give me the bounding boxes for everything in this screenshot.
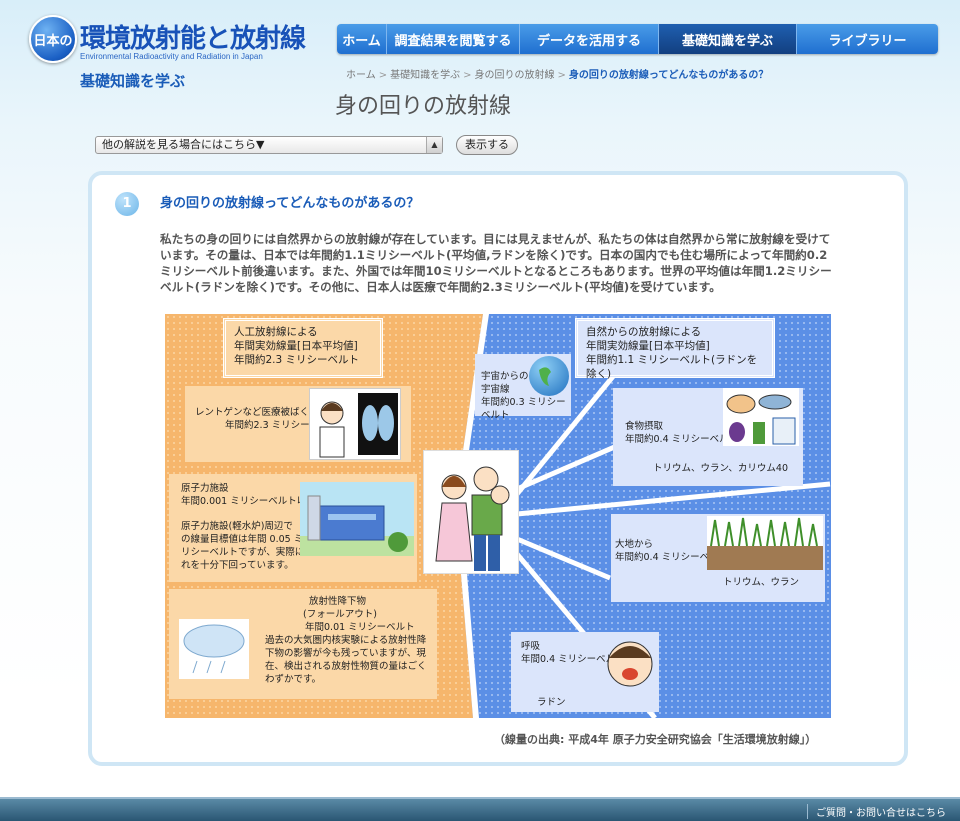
breathing-face-icon xyxy=(603,636,657,690)
earth-globe-icon xyxy=(529,356,569,396)
breadcrumb-basics[interactable]: 基礎知識を学ぶ xyxy=(390,70,460,81)
nav-data[interactable]: データを活用する xyxy=(520,24,659,54)
site-title[interactable]: 環境放射能と放射線 xyxy=(80,18,306,55)
xray-doctor-icon xyxy=(309,388,401,460)
fallout-line: 放射性降下物 xyxy=(309,596,367,607)
fallout-line: 年間0.01 ミリシーベルト xyxy=(305,622,415,633)
artificial-title-box: 人工放射線による 年間実効線量[日本平均値] 年間約2.3 ミリシーベルト xyxy=(223,318,383,378)
food-note: トリウム、ウラン、カリウム40 xyxy=(653,463,789,474)
page-title: 身の回りの放射線 xyxy=(335,94,512,119)
site-subtitle: Environmental Radioactivity and Radiatio… xyxy=(80,52,263,61)
fallout-line: 下物の影響が今も残っていますが、現 xyxy=(265,648,426,659)
fallout-line: 在、検出される放射性物質の量はごく xyxy=(265,661,427,672)
section-label: 基礎知識を学ぶ xyxy=(80,72,186,90)
contact-link[interactable]: ご質問・お問い合せはこちら xyxy=(807,804,946,819)
food-icon xyxy=(723,388,799,446)
nav-basics[interactable]: 基礎知識を学ぶ xyxy=(659,24,797,54)
article-body: 私たちの身の回りには自然界からの放射線が存在しています。目には見えませんが、私た… xyxy=(160,232,832,294)
natural-title-line: 自然からの放射線による xyxy=(586,326,702,338)
cosmic-line: 年間約0.3 ミリシーベルト xyxy=(481,397,566,421)
select-arrows-icon[interactable]: ▲ xyxy=(426,137,442,153)
breadcrumb-separator-icon: > xyxy=(557,70,566,81)
fallout-line: わずかです。 xyxy=(265,674,322,685)
nav-library[interactable]: ライブラリー xyxy=(797,24,938,54)
nuclear-line: れを十分下回っています。 xyxy=(181,560,294,571)
show-button[interactable]: 表示する xyxy=(456,135,518,155)
article-title: 身の回りの放射線ってどんなものがあるの？ xyxy=(160,196,420,211)
main-nav: ホーム 調査結果を閲覧する データを活用する 基礎知識を学ぶ ライブラリー xyxy=(337,24,938,54)
rain-cloud-icon xyxy=(179,619,249,679)
source-note: （線量の出典: 平成4年 原子力安全研究協会「生活環境放射線」） xyxy=(494,733,817,746)
nuclear-plant-icon xyxy=(300,482,414,556)
nav-home[interactable]: ホーム xyxy=(337,24,387,54)
breadcrumb-home[interactable]: ホーム xyxy=(346,70,376,81)
fallout-line: (フォールアウト) xyxy=(303,609,377,620)
artificial-title-line: 年間実効線量[日本平均値] xyxy=(234,340,358,352)
ground-grass-icon xyxy=(707,516,823,570)
breadcrumb-radiation[interactable]: 身の回りの放射線 xyxy=(474,70,554,81)
breadcrumb: ホーム > 基礎知識を学ぶ > 身の回りの放射線 > 身の回りの放射線ってどんなものがあるの… xyxy=(346,66,768,81)
topic-select[interactable]: 他の解説を見る場合にはこちら▼ ▲ xyxy=(95,136,443,154)
breadcrumb-separator-icon: > xyxy=(463,70,472,81)
natural-title-line: 年間約1.1 ミリシーベルト(ラドンを除く) xyxy=(586,354,758,380)
natural-title-line: 年間実効線量[日本平均値] xyxy=(586,340,710,352)
topic-select-value: 他の解説を見る場合にはこちら▼ xyxy=(102,138,265,151)
breadcrumb-separator-icon: > xyxy=(378,70,388,81)
logo-mark[interactable]: 日本の xyxy=(29,15,77,63)
nav-results[interactable]: 調査結果を閲覧する xyxy=(387,24,520,54)
footer: ご質問・お問い合せはこちら xyxy=(0,797,960,821)
radiation-diagram: 人工放射線による 年間実効線量[日本平均値] 年間約2.3 ミリシーベルト 自然… xyxy=(165,314,831,718)
artificial-title-line: 人工放射線による xyxy=(234,326,318,338)
breadcrumb-current: 身の回りの放射線ってどんなものがあるの？ xyxy=(568,70,769,81)
natural-title-box: 自然からの放射線による 年間実効線量[日本平均値] 年間約1.1 ミリシーベルト… xyxy=(575,318,775,380)
number-badge: 1 xyxy=(115,192,139,216)
fallout-line: 過去の大気圏内核実験による放射性降 xyxy=(265,635,427,646)
artificial-title-line: 年間約2.3 ミリシーベルト xyxy=(234,354,360,366)
family-icon xyxy=(423,450,519,574)
